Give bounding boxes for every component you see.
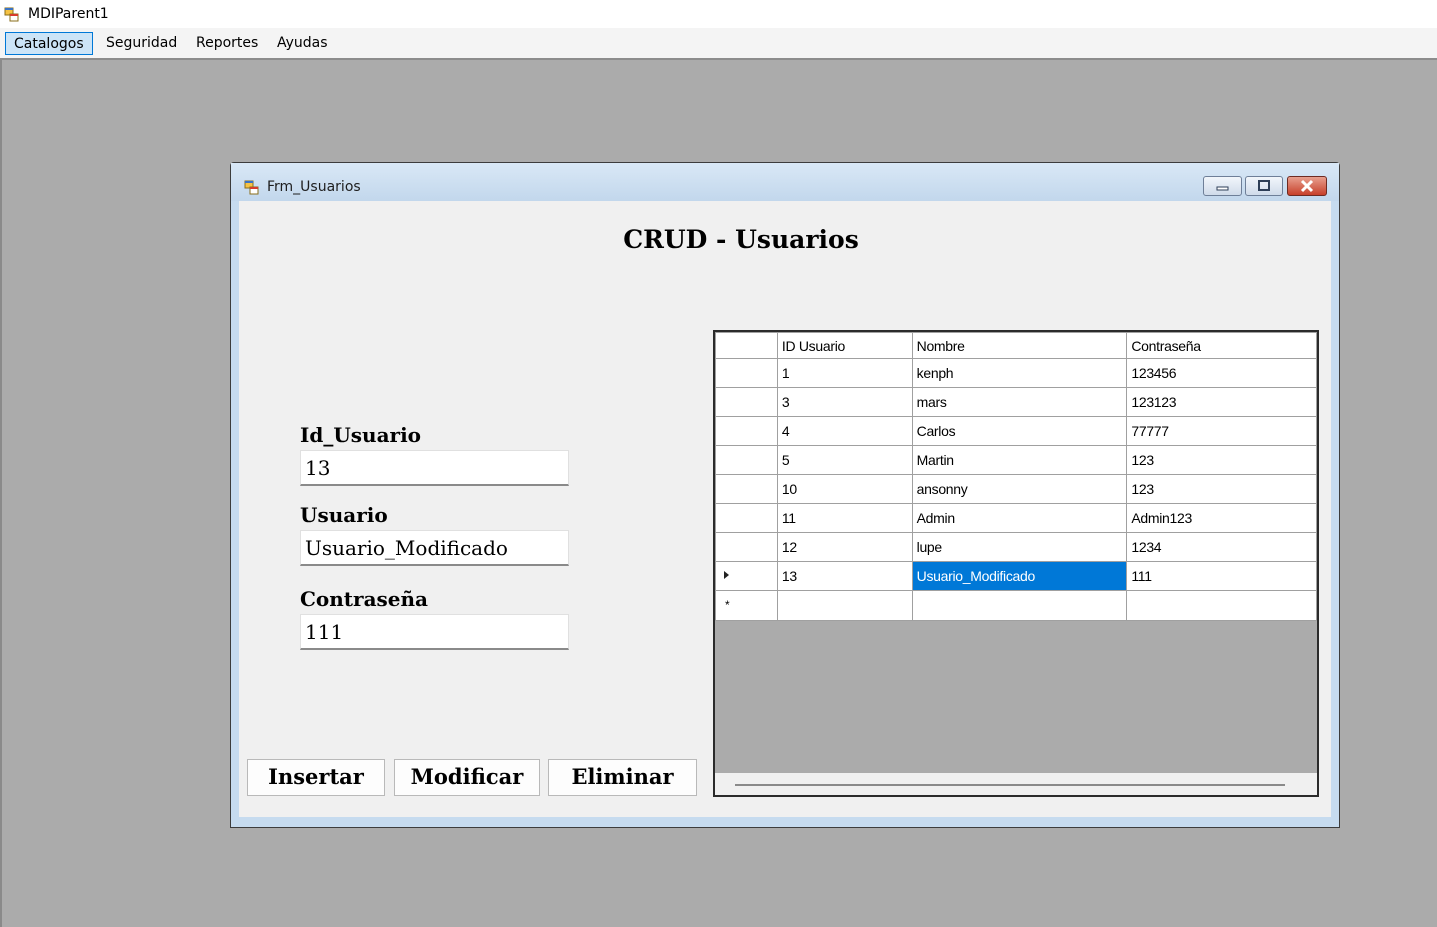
current-row-arrow-icon — [724, 571, 729, 579]
insert-button[interactable]: Insertar — [247, 759, 385, 796]
cell-contrasena[interactable] — [1126, 590, 1317, 621]
users-data-grid[interactable]: ID Usuario Nombre Contraseña 1 kenph 123… — [713, 330, 1319, 797]
table-row[interactable]: 3 mars 123123 — [715, 387, 1317, 417]
contrasena-input[interactable] — [300, 614, 569, 650]
row-header[interactable] — [715, 474, 778, 504]
restore-icon — [1258, 180, 1270, 191]
minimize-button[interactable] — [1203, 176, 1242, 196]
cell-id[interactable]: 3 — [776, 387, 913, 417]
row-header[interactable] — [715, 503, 778, 533]
scrollbar-thumb[interactable] — [735, 784, 1285, 786]
table-row-new[interactable]: * — [715, 590, 1317, 621]
cell-id[interactable]: 1 — [776, 358, 913, 388]
usuario-label: Usuario — [300, 503, 388, 527]
menu-seguridad[interactable]: Seguridad — [98, 32, 185, 55]
delete-button[interactable]: Eliminar — [548, 759, 697, 796]
table-row[interactable]: 10 ansonny 123 — [715, 474, 1317, 504]
form-client-area: CRUD - Usuarios Id_Usuario Usuario Contr… — [239, 201, 1331, 817]
menu-catalogos[interactable]: Catalogos — [5, 32, 93, 55]
row-header[interactable] — [715, 416, 778, 446]
table-row[interactable]: 11 Admin Admin123 — [715, 503, 1317, 533]
column-header-contrasena[interactable]: Contraseña — [1126, 332, 1317, 359]
cell-nombre[interactable]: lupe — [911, 532, 1128, 562]
modify-button[interactable]: Modificar — [394, 759, 540, 796]
cell-contrasena[interactable]: 1234 — [1126, 532, 1317, 562]
row-header[interactable] — [715, 358, 778, 388]
cell-nombre[interactable]: mars — [911, 387, 1128, 417]
table-row[interactable]: 12 lupe 1234 — [715, 532, 1317, 562]
cell-nombre[interactable]: kenph — [911, 358, 1128, 388]
cell-nombre[interactable] — [911, 590, 1128, 621]
grid-header-row: ID Usuario Nombre Contraseña — [715, 332, 1317, 359]
horizontal-scrollbar[interactable] — [715, 773, 1317, 795]
cell-nombre[interactable]: Carlos — [911, 416, 1128, 446]
cell-id[interactable]: 13 — [776, 561, 913, 591]
id-usuario-input[interactable] — [300, 450, 569, 486]
grid-corner-header[interactable] — [715, 332, 778, 359]
close-button[interactable] — [1287, 176, 1327, 196]
table-row[interactable]: 5 Martin 123 — [715, 445, 1317, 475]
form-icon — [244, 180, 259, 195]
table-row[interactable]: 1 kenph 123456 — [715, 358, 1317, 388]
cell-nombre[interactable]: ansonny — [911, 474, 1128, 504]
row-header[interactable] — [715, 445, 778, 475]
cell-nombre[interactable]: Martin — [911, 445, 1128, 475]
grid-table: ID Usuario Nombre Contraseña 1 kenph 123… — [715, 332, 1317, 621]
row-header[interactable] — [715, 387, 778, 417]
cell-id[interactable]: 11 — [776, 503, 913, 533]
maximize-button[interactable] — [1245, 176, 1283, 196]
cell-id[interactable] — [776, 590, 913, 621]
cell-contrasena[interactable]: 123123 — [1126, 387, 1317, 417]
menu-ayudas[interactable]: Ayudas — [269, 32, 336, 55]
table-row-current[interactable]: 13 Usuario_Modificado 111 — [715, 561, 1317, 591]
cell-contrasena[interactable]: 111 — [1126, 561, 1317, 591]
cell-nombre[interactable]: Admin — [911, 503, 1128, 533]
cell-contrasena[interactable]: 77777 — [1126, 416, 1317, 446]
form-heading: CRUD - Usuarios — [623, 225, 859, 254]
row-header[interactable] — [715, 532, 778, 562]
cell-id[interactable]: 10 — [776, 474, 913, 504]
mdi-client-edge — [0, 60, 2, 927]
column-header-id[interactable]: ID Usuario — [776, 332, 913, 359]
column-header-nombre[interactable]: Nombre — [911, 332, 1128, 359]
row-header-new[interactable]: * — [715, 590, 778, 621]
cell-id[interactable]: 5 — [776, 445, 913, 475]
cell-id[interactable]: 4 — [776, 416, 913, 446]
menu-reportes[interactable]: Reportes — [188, 32, 266, 55]
cell-contrasena[interactable]: 123 — [1126, 474, 1317, 504]
child-window-title: Frm_Usuarios — [267, 179, 361, 195]
table-row[interactable]: 4 Carlos 77777 — [715, 416, 1317, 446]
row-header-current[interactable] — [715, 561, 778, 591]
mdi-titlebar: MDIParent1 — [0, 0, 1437, 28]
cell-contrasena[interactable]: 123456 — [1126, 358, 1317, 388]
new-row-icon: * — [725, 598, 730, 612]
cell-contrasena[interactable]: Admin123 — [1126, 503, 1317, 533]
cell-nombre-selected[interactable]: Usuario_Modificado — [911, 561, 1128, 591]
usuario-input[interactable] — [300, 530, 569, 566]
contrasena-label: Contraseña — [300, 587, 429, 611]
child-window-frm-usuarios: Frm_Usuarios CRUD - Usuarios Id_Usuario … — [230, 162, 1340, 828]
cell-id[interactable]: 12 — [776, 532, 913, 562]
menu-bar: Catalogos Seguridad Reportes Ayudas — [0, 28, 1437, 60]
child-titlebar[interactable]: Frm_Usuarios — [231, 163, 1339, 201]
app-icon — [4, 7, 19, 22]
close-icon — [1300, 179, 1314, 193]
minimize-icon — [1216, 186, 1229, 191]
cell-contrasena[interactable]: 123 — [1126, 445, 1317, 475]
id-usuario-label: Id_Usuario — [300, 423, 422, 447]
window-title: MDIParent1 — [28, 6, 109, 22]
